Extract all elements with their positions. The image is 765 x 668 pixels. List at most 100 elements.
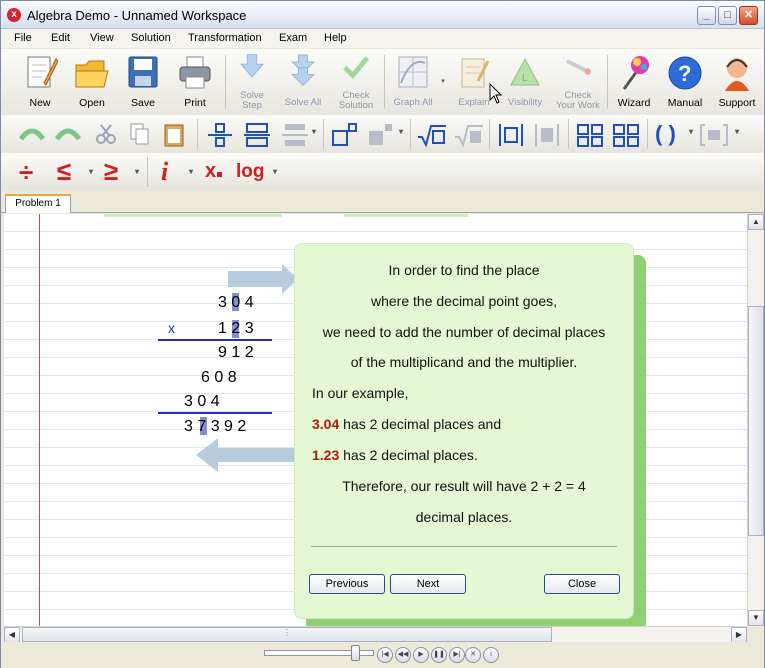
copy-icon[interactable]: [129, 122, 151, 146]
popup-divider: [311, 546, 617, 547]
decoration-strip: [104, 214, 282, 217]
sum-rule: [158, 412, 272, 414]
vertical-scrollbar[interactable]: ▲ ▼: [747, 214, 764, 626]
popup-close-button[interactable]: Close: [544, 574, 620, 594]
parentheses-button[interactable]: ( ): [655, 121, 676, 147]
scroll-up-button[interactable]: ▲: [748, 214, 764, 230]
menu-exam[interactable]: Exam: [279, 32, 307, 44]
stop-icon[interactable]: ✕: [465, 647, 481, 663]
dropdown-arrow[interactable]: ▾: [689, 127, 693, 136]
skip-start-icon[interactable]: |◀: [377, 647, 393, 663]
wizard-button[interactable]: Wizard: [611, 51, 657, 113]
dropdown-arrow[interactable]: ▾: [399, 127, 403, 136]
svg-text:L: L: [522, 73, 528, 84]
greater-equal-button[interactable]: ≥: [104, 156, 118, 187]
dropdown-arrow[interactable]: ▾: [89, 167, 93, 176]
new-document-icon: [27, 56, 58, 88]
undo-icon[interactable]: [17, 125, 47, 143]
menu-view[interactable]: View: [90, 32, 114, 44]
fraction-icon[interactable]: [206, 123, 234, 147]
minimize-button[interactable]: _: [697, 6, 716, 25]
fraction-gray-icon[interactable]: [281, 123, 309, 147]
printer-icon: [179, 56, 211, 89]
scroll-down-button[interactable]: ▼: [748, 610, 764, 626]
check-solution-button[interactable]: Check Solution: [332, 51, 380, 113]
play-icon[interactable]: ▶: [413, 647, 429, 663]
decoration-strip: [344, 214, 468, 217]
folder-icon: [75, 60, 109, 88]
previous-button[interactable]: Previous: [309, 574, 385, 594]
popup-line: In order to find the place: [388, 262, 540, 278]
menu-help[interactable]: Help: [324, 32, 347, 44]
imaginary-button[interactable]: i: [161, 157, 168, 187]
horizontal-scroll-thumb[interactable]: ⋮: [22, 627, 552, 642]
graph-icon: [398, 56, 428, 88]
solve-all-button[interactable]: Solve All: [279, 51, 327, 113]
manual-button[interactable]: ? Manual: [662, 51, 708, 113]
power-icon[interactable]: [331, 123, 359, 147]
redo-icon[interactable]: [53, 125, 83, 143]
result-rule: [158, 339, 272, 341]
tab-problem-1[interactable]: Problem 1: [5, 194, 71, 213]
log-button[interactable]: log: [236, 161, 265, 183]
cut-icon[interactable]: [95, 123, 117, 145]
double-arrow-down-icon: [291, 54, 315, 87]
dropdown-arrow[interactable]: ▾: [135, 167, 139, 176]
mixed-fraction-icon[interactable]: [243, 123, 271, 147]
menu-edit[interactable]: Edit: [51, 32, 70, 44]
playback-slider[interactable]: [264, 645, 374, 661]
pause-icon[interactable]: ❚❚: [431, 647, 447, 663]
notebook-margin-line: [39, 214, 40, 626]
divide-button[interactable]: ÷: [19, 157, 33, 188]
dropdown-arrow[interactable]: ▾: [312, 127, 316, 136]
dropdown-arrow[interactable]: ▾: [273, 167, 277, 176]
square-root-gray-icon[interactable]: [454, 123, 484, 147]
dropdown-arrow[interactable]: ▾: [189, 167, 193, 176]
save-button[interactable]: Save: [120, 51, 166, 113]
close-button[interactable]: ✕: [739, 6, 758, 25]
horizontal-scrollbar[interactable]: ◀ ⋮ ▶: [4, 626, 747, 643]
popup-line: where the decimal point goes,: [371, 293, 557, 309]
main-toolbar: New Open Save Print Solve Step Solve All …: [1, 49, 764, 115]
less-equal-button[interactable]: ≤: [57, 156, 71, 187]
maximize-button[interactable]: □: [718, 6, 737, 25]
subscript-button[interactable]: x: [205, 160, 223, 183]
menu-file[interactable]: File: [14, 32, 32, 44]
dropdown-arrow[interactable]: ▾: [735, 127, 739, 136]
print-button[interactable]: Print: [172, 51, 218, 113]
graph-dropdown-arrow[interactable]: ▾: [439, 51, 447, 113]
absolute-value-gray-icon[interactable]: [533, 122, 561, 148]
menu-transformation[interactable]: Transformation: [188, 32, 262, 44]
power-gray-icon[interactable]: [367, 123, 395, 147]
scroll-right-button[interactable]: ▶: [731, 627, 747, 643]
info-icon[interactable]: i: [483, 647, 499, 663]
support-button[interactable]: Support: [713, 51, 761, 113]
scroll-left-button[interactable]: ◀: [4, 627, 20, 643]
check-your-work-button[interactable]: Check Your Work: [553, 51, 603, 113]
skip-end-icon[interactable]: ▶|: [449, 647, 465, 663]
multiplier: 1 2 3: [218, 320, 254, 337]
visibility-button[interactable]: L Visibility: [501, 51, 549, 113]
menu-solution[interactable]: Solution: [131, 32, 171, 44]
toolbar-separator: [225, 55, 226, 109]
example-number-1: 3.04: [312, 416, 340, 432]
graph-all-button[interactable]: Graph All: [387, 51, 439, 113]
solve-step-button[interactable]: Solve Step: [230, 51, 274, 113]
title-bar[interactable]: x Algebra Demo - Unnamed Workspace _ □ ✕: [1, 1, 764, 29]
next-button[interactable]: Next: [390, 574, 466, 594]
bracket-gray-icon[interactable]: [699, 122, 729, 148]
window-title: Algebra Demo - Unnamed Workspace: [27, 8, 247, 23]
open-button[interactable]: Open: [69, 51, 115, 113]
matrix-alt-icon[interactable]: [611, 122, 641, 148]
absolute-value-icon[interactable]: [497, 122, 525, 148]
square-root-icon[interactable]: [417, 123, 447, 147]
rewind-icon[interactable]: ◀◀: [395, 647, 411, 663]
popup-line: In our example,: [312, 385, 409, 401]
slider-knob[interactable]: [351, 645, 360, 661]
partial-product-3: 3 0 4: [184, 393, 220, 410]
matrix-icon[interactable]: [575, 122, 605, 148]
new-button[interactable]: New: [17, 51, 63, 113]
help-icon: ?: [668, 56, 702, 90]
paste-icon[interactable]: [163, 121, 185, 147]
vertical-scroll-thumb[interactable]: [748, 306, 764, 536]
